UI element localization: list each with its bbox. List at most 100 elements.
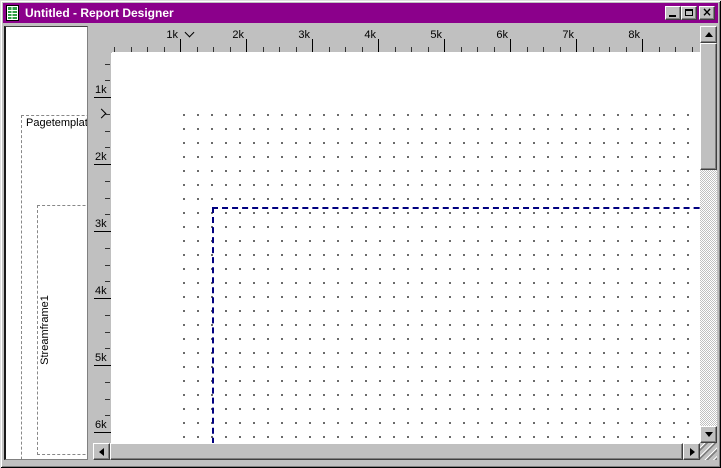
ruler-tick: [460, 47, 462, 52]
ruler-tick: [130, 47, 132, 52]
ruler-tick: [105, 281, 110, 283]
horizontal-scrollbar-thumb[interactable]: [110, 443, 683, 460]
ruler-tick-label: 8k: [628, 29, 640, 41]
ruler-tick: [105, 180, 110, 182]
ruler-tick: [559, 47, 561, 52]
ruler-tick: [105, 264, 110, 266]
ruler-tick: [105, 113, 110, 115]
ruler-tick: [246, 39, 247, 52]
ruler-tick: [592, 47, 594, 52]
ruler-tick: [105, 381, 110, 383]
ruler-tick: [262, 47, 264, 52]
ruler-tick: [427, 47, 429, 52]
close-icon: ×: [701, 5, 713, 19]
ruler-tick-label: 2k: [232, 29, 244, 41]
horizontal-ruler-marker[interactable]: [184, 27, 195, 38]
ruler-tick-label: 5k: [430, 29, 442, 41]
ruler-tick: [94, 97, 111, 98]
pagetemplate-label: Pagetemplate1: [26, 117, 88, 129]
ruler-tick-label: 6k: [496, 29, 508, 41]
ruler-tick: [444, 39, 445, 52]
scroll-left-button[interactable]: [93, 443, 110, 460]
ruler-tick: [105, 130, 110, 132]
ruler-tick-label: 7k: [562, 29, 574, 41]
minimize-button[interactable]: [665, 6, 681, 20]
ruler-tick: [105, 415, 110, 417]
ruler-tick: [105, 247, 110, 249]
resize-grip[interactable]: [700, 443, 717, 460]
vertical-scrollbar[interactable]: [700, 26, 717, 443]
ruler-tick: [163, 47, 165, 52]
ruler-tick: [691, 47, 693, 52]
ruler-tick: [312, 39, 313, 52]
design-canvas[interactable]: [112, 53, 700, 443]
ruler-tick: [94, 231, 111, 232]
ruler-tick: [213, 47, 214, 52]
ruler-tick: [493, 47, 495, 52]
scroll-down-button[interactable]: [700, 426, 717, 443]
ruler-tick: [477, 47, 478, 52]
designer-workspace: 1k 2k 3k 4k 5k 6k 7k 8k 1k 2k 3k 4k 5k 6k: [93, 26, 717, 460]
ruler-tick: [94, 432, 111, 433]
ruler-tick-label: 6k: [95, 419, 107, 431]
ruler-tick: [105, 314, 110, 316]
ruler-tick-label: 2k: [95, 151, 107, 163]
ruler-tick: [675, 47, 676, 52]
ruler-tick: [642, 39, 643, 52]
minimize-icon: [669, 15, 676, 17]
ruler-corner: [93, 26, 112, 53]
ruler-tick: [295, 47, 297, 52]
streamframe-label: Streamframe1: [39, 295, 51, 365]
ruler-tick: [105, 214, 110, 216]
maximize-icon: [685, 9, 693, 16]
ruler-tick-label: 3k: [95, 218, 107, 230]
ruler-tick-label: 5k: [95, 352, 107, 364]
ruler-tick: [147, 47, 148, 52]
ruler-tick: [94, 365, 111, 366]
ruler-tick: [114, 47, 115, 52]
close-button[interactable]: ×: [699, 6, 715, 20]
arrow-down-icon: [705, 432, 713, 437]
vertical-ruler[interactable]: 1k 2k 3k 4k 5k 6k: [93, 53, 112, 443]
ruler-tick: [196, 47, 198, 52]
ruler-tick: [361, 47, 363, 52]
scroll-up-button[interactable]: [700, 26, 717, 43]
report-document-icon: [6, 5, 19, 21]
ruler-tick: [658, 47, 660, 52]
ruler-tick: [279, 47, 280, 52]
window-title: Untitled - Report Designer: [25, 6, 174, 20]
maximize-button[interactable]: [681, 6, 697, 20]
ruler-tick: [105, 80, 110, 82]
ruler-tick: [105, 331, 110, 333]
ruler-tick: [105, 197, 110, 199]
ruler-tick: [625, 47, 627, 52]
ruler-tick: [105, 147, 110, 149]
ruler-tick: [229, 47, 231, 52]
ruler-tick: [105, 398, 110, 400]
selected-frame-outline[interactable]: [212, 207, 700, 443]
arrow-up-icon: [705, 32, 713, 37]
ruler-tick: [345, 47, 346, 52]
vertical-scrollbar-thumb[interactable]: [700, 43, 717, 170]
ruler-tick: [526, 47, 528, 52]
streamframe-frame[interactable]: Streamframe1: [37, 205, 87, 455]
ruler-tick-label: 3k: [298, 29, 310, 41]
ruler-tick: [510, 39, 511, 52]
ruler-tick: [94, 164, 111, 165]
ruler-tick: [105, 63, 110, 65]
ruler-tick: [94, 298, 111, 299]
ruler-tick-label: 4k: [95, 285, 107, 297]
horizontal-ruler[interactable]: 1k 2k 3k 4k 5k 6k 7k 8k: [112, 26, 700, 53]
scroll-right-button[interactable]: [683, 443, 700, 460]
report-designer-window: Untitled - Report Designer × Pagetemplat…: [0, 0, 721, 468]
ruler-tick: [576, 39, 577, 52]
arrow-left-icon: [99, 448, 104, 456]
ruler-tick: [543, 47, 544, 52]
ruler-tick: [378, 39, 379, 52]
ruler-tick-label: 1k: [166, 29, 178, 41]
ruler-tick: [180, 39, 181, 52]
horizontal-scrollbar[interactable]: [93, 443, 700, 460]
ruler-tick: [609, 47, 610, 52]
ruler-tick: [328, 47, 330, 52]
title-bar[interactable]: Untitled - Report Designer ×: [3, 3, 718, 23]
